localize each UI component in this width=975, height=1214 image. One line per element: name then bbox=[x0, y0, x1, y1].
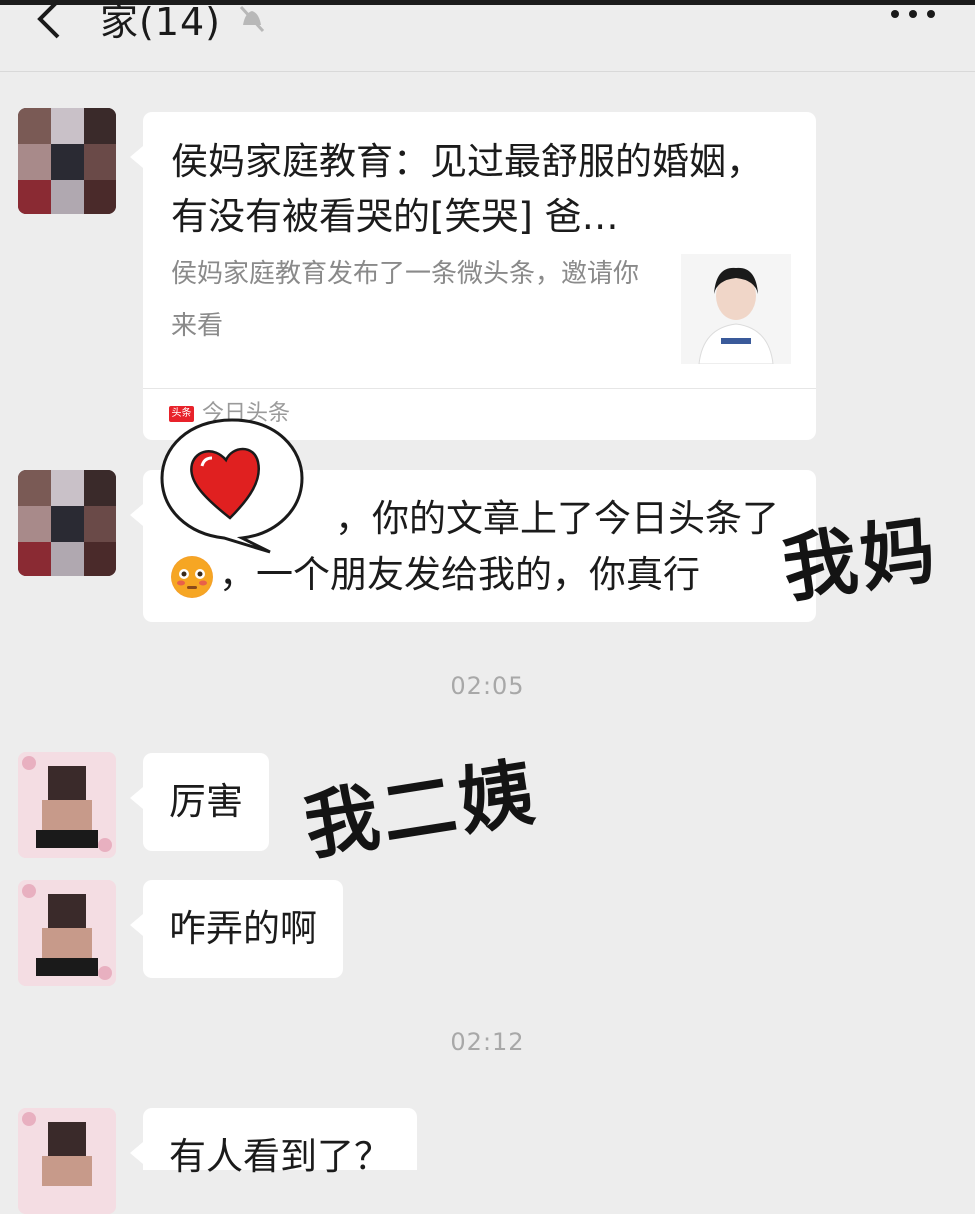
avatar[interactable] bbox=[18, 470, 116, 576]
message-bubble[interactable]: 咋弄的啊 bbox=[130, 880, 343, 978]
annotation-mom: 我妈 bbox=[777, 506, 945, 614]
portrait-thumbnail-icon bbox=[681, 254, 791, 364]
message-text-line2: ，一个朋友发给我的，你真行 bbox=[171, 546, 700, 604]
timestamp: 02:12 bbox=[450, 1028, 525, 1056]
card-description: 侯妈家庭教育发布了一条微头条，邀请你来看 bbox=[171, 259, 640, 341]
message-bubble[interactable]: 有人看到了？ bbox=[130, 1108, 417, 1178]
message-bubble[interactable]: 厉害 bbox=[130, 753, 269, 851]
card-title: 侯妈家庭教育：见过最舒服的婚姻，有没有被看哭的[笑哭] 爸… bbox=[171, 140, 763, 238]
chat-title: 家(14) bbox=[100, 0, 222, 44]
link-card[interactable]: 侯妈家庭教育：见过最舒服的婚姻，有没有被看哭的[笑哭] 爸… 侯妈家庭教育发布了… bbox=[130, 112, 816, 440]
card-divider bbox=[143, 388, 816, 389]
annotation-aunt: 我二姨 bbox=[298, 749, 544, 871]
back-arrow-icon[interactable] bbox=[30, 0, 70, 47]
avatar[interactable] bbox=[18, 752, 116, 858]
chat-header: 家(14) bbox=[0, 0, 975, 72]
avatar[interactable] bbox=[18, 1108, 116, 1214]
avatar[interactable] bbox=[18, 880, 116, 986]
card-thumbnail bbox=[681, 254, 791, 364]
timestamp: 02:05 bbox=[450, 672, 525, 700]
avatar[interactable] bbox=[18, 108, 116, 214]
flushed-face-icon bbox=[171, 555, 213, 598]
more-icon[interactable] bbox=[888, 7, 938, 21]
mute-bell-icon bbox=[239, 5, 265, 33]
heart-sticker-icon bbox=[160, 418, 304, 554]
message-text: 咋弄的啊 bbox=[169, 907, 317, 950]
message-text-line1: ，你的文章上了今日头条了 bbox=[335, 497, 779, 540]
message-text: 厉害 bbox=[169, 780, 243, 823]
message-text: 有人看到了？ bbox=[169, 1135, 391, 1178]
message-text-line2-content: ，一个朋友发给我的，你真行 bbox=[219, 553, 700, 596]
